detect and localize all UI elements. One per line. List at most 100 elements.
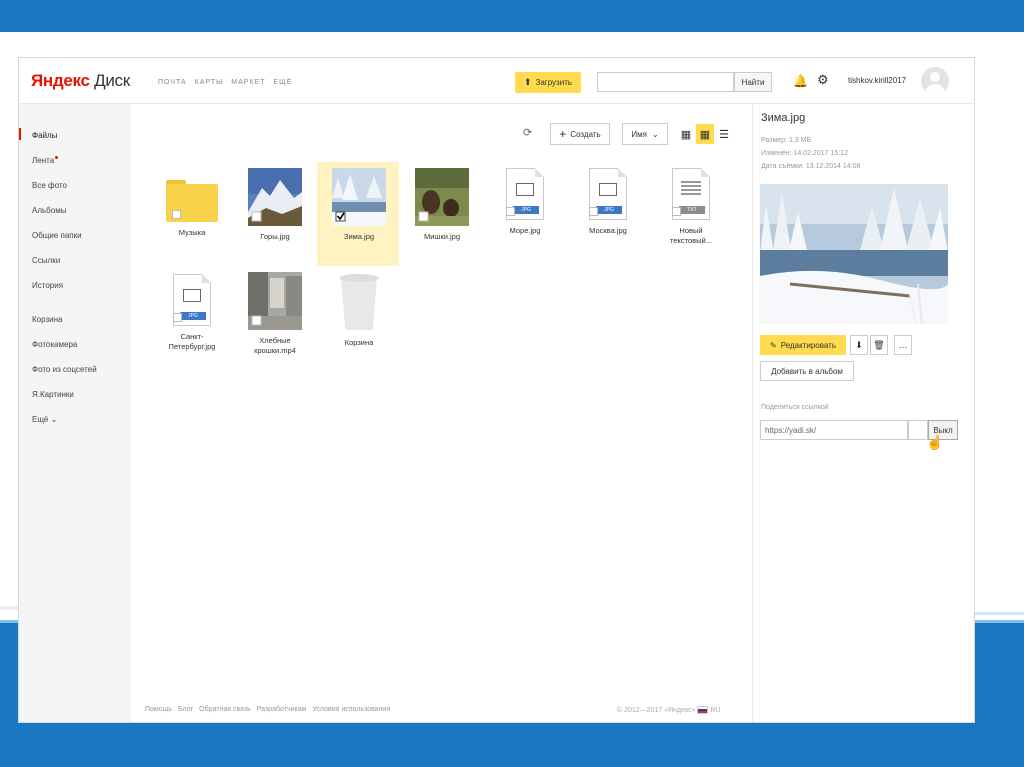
service-link-market[interactable]: МАРКЕТ — [231, 79, 265, 86]
page-fold — [618, 168, 627, 177]
item-checkbox[interactable] — [672, 207, 681, 216]
slide-decoration — [975, 612, 1024, 615]
sidebar-item-albums[interactable]: Альбомы — [32, 206, 66, 215]
upload-button[interactable]: ⬆ Загрузить — [515, 72, 581, 93]
page-fold — [535, 168, 544, 177]
file-item-trash[interactable]: Корзина — [317, 272, 401, 348]
file-name: Зима.jpg — [343, 232, 375, 241]
sidebar-item-links[interactable]: Ссылки — [32, 256, 60, 265]
file-item-sea-jpg[interactable]: JPG Море.jpg — [483, 168, 567, 236]
text-file-icon: TXT — [672, 168, 710, 220]
file-item-folder-music[interactable]: Музыка — [150, 168, 234, 238]
copyright-text: © 2012—2017 «Яндекс» — [617, 706, 698, 714]
picture-glyph — [516, 183, 534, 196]
sort-label: Имя — [631, 129, 647, 139]
grid-large-icon: ▦ — [680, 128, 692, 141]
search-button[interactable]: Найти — [734, 72, 772, 92]
sidebar-item-label: Лента — [32, 156, 55, 165]
share-link-field[interactable] — [760, 420, 908, 440]
large-tiles-view-button[interactable]: ▦ — [677, 124, 695, 144]
sync-icon[interactable]: ⟳ — [523, 126, 532, 139]
trash-rim — [339, 274, 379, 282]
gear-icon[interactable]: ⚙ — [817, 72, 829, 88]
edit-icon: ✎ — [770, 340, 777, 350]
footer-link-blog[interactable]: Блог — [178, 706, 193, 713]
file-item-moscow-jpg[interactable]: JPG Москва.jpg — [566, 168, 650, 236]
logo-brand: Яндекс — [31, 71, 90, 90]
sidebar-item-more[interactable]: Ещё ⌄ — [32, 415, 57, 424]
sidebar-item-all-photos[interactable]: Все фото — [32, 181, 67, 190]
download-button[interactable]: ⬇ — [850, 335, 868, 355]
sidebar-item-feed[interactable]: Лента — [32, 156, 59, 165]
chevron-down-icon: ⌄ — [651, 129, 659, 139]
file-item-new-text[interactable]: TXT Новый текстовый... — [649, 168, 733, 246]
footer-link-terms[interactable]: Условия использования — [312, 706, 390, 713]
more-actions-button[interactable]: … — [894, 335, 912, 355]
item-checkbox[interactable] — [173, 313, 182, 322]
file-item-breadcrumbs-mp4[interactable]: Хлебные крошки.mp4 — [233, 272, 317, 356]
file-item-spb-jpg[interactable]: JPG Санкт-Петербург.jpg — [150, 274, 234, 352]
service-link-mail[interactable]: ПОЧТА — [158, 79, 187, 86]
trash-icon: 🗑 — [873, 339, 885, 350]
avatar-body — [925, 84, 945, 95]
footer-link-help[interactable]: Помощь — [145, 706, 172, 713]
file-name: Мишки.jpg — [423, 232, 461, 241]
share-toggle[interactable] — [908, 420, 928, 440]
bears-thumbnail — [415, 168, 469, 226]
language-switch[interactable]: RU — [710, 707, 720, 714]
winter-thumbnail — [332, 168, 386, 226]
username[interactable]: tishkov.kirill2017 — [848, 76, 906, 85]
sidebar-item-shared-folders[interactable]: Общие папки — [32, 231, 82, 240]
add-to-album-button[interactable]: Добавить в альбом — [760, 361, 854, 381]
item-checkbox[interactable] — [589, 207, 598, 216]
mountains-thumbnail — [248, 168, 302, 226]
sidebar-item-history[interactable]: История — [32, 281, 63, 290]
sidebar-item-camera[interactable]: Фотокамера — [32, 340, 77, 349]
hand-cursor-icon: ☝ — [926, 434, 944, 450]
sidebar-item-trash[interactable]: Корзина — [32, 315, 62, 324]
file-name: Корзина — [344, 338, 374, 347]
bears-image — [415, 168, 469, 226]
bell-icon[interactable]: 🔔 — [793, 74, 808, 88]
sidebar-item-social-photos[interactable]: Фото из соцсетей — [32, 365, 97, 374]
file-name: Москва.jpg — [589, 226, 627, 235]
image-file-icon: JPG — [173, 274, 211, 326]
footer-link-feedback[interactable]: Обратная связь — [199, 706, 251, 713]
create-label: Создать — [570, 129, 601, 139]
slide-top-band — [0, 0, 1024, 32]
file-item-photo-winter[interactable]: Зима.jpg — [317, 168, 401, 242]
logo[interactable]: Яндекс Диск — [31, 71, 130, 91]
sort-dropdown[interactable]: Имя ⌄ — [622, 123, 668, 145]
file-item-photo-bears[interactable]: Мишки.jpg — [400, 168, 484, 242]
flag-icon — [697, 706, 709, 714]
file-name: Море.jpg — [509, 226, 541, 235]
list-view-button[interactable]: ☰ — [715, 124, 733, 144]
ext-badge: JPG — [513, 206, 539, 214]
item-checkbox[interactable] — [506, 207, 515, 216]
avatar[interactable] — [921, 67, 949, 95]
image-file-icon: JPG — [589, 168, 627, 220]
page-fold — [701, 168, 710, 177]
service-link-maps[interactable]: КАРТЫ — [195, 79, 224, 86]
file-name: Новый текстовый... — [670, 226, 712, 245]
download-icon: ⬇ — [855, 339, 863, 350]
sidebar-item-ya-images[interactable]: Я.Картинки — [32, 390, 74, 399]
active-indicator — [19, 128, 21, 140]
services-nav: ПОЧТА КАРТЫ МАРКЕТ ЕЩЁ — [158, 79, 292, 86]
search-input[interactable] — [597, 72, 734, 92]
edit-label: Редактировать — [780, 340, 836, 350]
ext-badge: JPG — [596, 206, 622, 214]
footer-link-developers[interactable]: Разработчикам — [257, 706, 307, 713]
small-tiles-view-button[interactable]: ▦ — [696, 124, 714, 144]
file-item-photo-mountains[interactable]: Горы.jpg — [233, 168, 317, 242]
winter-image — [332, 168, 386, 226]
delete-button[interactable]: 🗑 — [870, 335, 888, 355]
service-link-more[interactable]: ЕЩЁ — [273, 79, 292, 86]
file-name: Санкт-Петербург.jpg — [168, 332, 216, 351]
create-button[interactable]: + Создать — [550, 123, 610, 145]
sidebar-item-files[interactable]: Файлы — [32, 131, 57, 140]
item-checkbox[interactable] — [172, 210, 181, 219]
trash-can — [341, 278, 377, 330]
header: Яндекс Диск ПОЧТА КАРТЫ МАРКЕТ ЕЩЁ ⬆ Заг… — [19, 58, 974, 104]
edit-button[interactable]: ✎ Редактировать — [760, 335, 846, 355]
